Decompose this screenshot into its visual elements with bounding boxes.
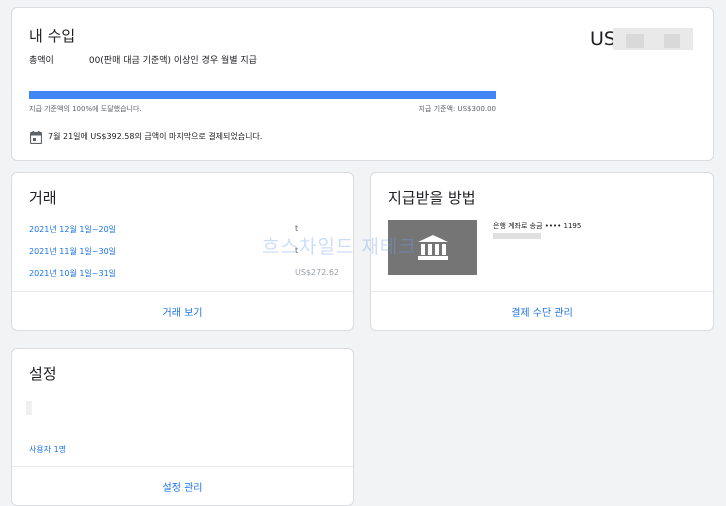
manage-settings-button[interactable]: 설정 관리 xyxy=(12,466,353,505)
settings-redacted xyxy=(26,401,32,415)
bank-account-label: 은행 계좌로 송금 •••• 1195 xyxy=(493,222,582,230)
transactions-title: 거래 xyxy=(29,189,57,207)
earnings-card: 내 수입 US 총액이 00(판매 대금 기준액) 이상인 경우 월별 지급 지급… xyxy=(11,7,714,161)
transaction-period[interactable]: 2021년 10월 1일~31일 xyxy=(29,268,116,279)
payment-method-card: 지급받을 방법 은행 계좌로 송금 •••• 1195 결제 수단 관리 xyxy=(370,172,714,331)
last-payment-text: 7월 21일에 US$392.58의 금액이 마지막으로 결제되었습니다. xyxy=(48,132,263,141)
settings-card: 설정 사용자 1명 설정 관리 xyxy=(11,348,354,506)
calendar-icon xyxy=(29,129,43,145)
threshold-text: 총액이 00(판매 대금 기준액) 이상인 경우 월별 지급 xyxy=(29,56,257,66)
manage-payment-methods-button[interactable]: 결제 수단 관리 xyxy=(371,291,713,330)
transaction-amount: US$272.62 xyxy=(295,268,340,277)
watermark-text: 흐스차일드 재테크 xyxy=(262,236,417,258)
users-link[interactable]: 사용자 1명 xyxy=(29,444,66,455)
progress-fill xyxy=(29,91,496,99)
transaction-period[interactable]: 2021년 11월 1일~30일 xyxy=(29,246,116,257)
progress-left-label: 지급 기준액의 100%에 도달했습니다. xyxy=(29,105,142,113)
transaction-row[interactable]: 2021년 10월 1일~31일 US$272.62 xyxy=(29,268,339,282)
earnings-title: 내 수입 xyxy=(29,27,76,45)
amount-redacted-2 xyxy=(626,34,644,48)
settings-title: 설정 xyxy=(29,365,57,383)
view-transactions-button[interactable]: 거래 보기 xyxy=(12,291,353,330)
payment-method-title: 지급받을 방법 xyxy=(388,189,476,207)
progress-right-label: 지급 기준액: US$300.00 xyxy=(418,105,496,113)
amount-redacted xyxy=(613,28,693,50)
bank-detail-redacted xyxy=(493,233,541,239)
transaction-period[interactable]: 2021년 12월 1일~20일 xyxy=(29,224,116,235)
payment-threshold-progress xyxy=(29,91,496,99)
amount-redacted-3 xyxy=(664,34,680,48)
